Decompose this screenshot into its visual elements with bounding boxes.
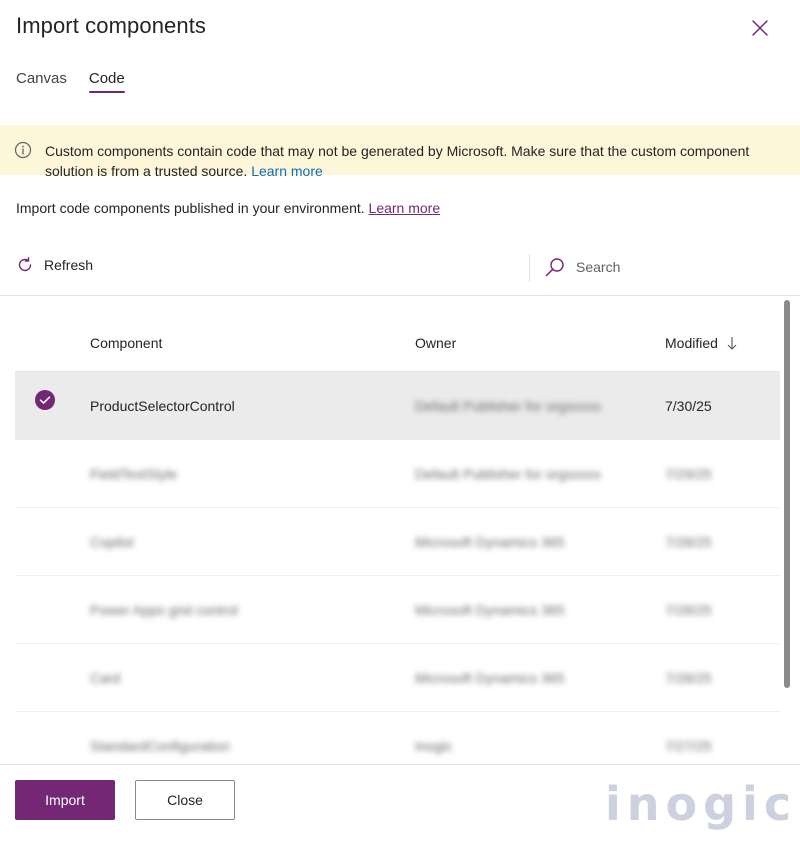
table-row[interactable]: Card Microsoft Dynamics 365 7/28/25 xyxy=(15,644,780,712)
close-icon xyxy=(752,20,768,36)
cell-owner: Inogic xyxy=(415,738,453,754)
table-row[interactable]: ProductSelectorControl Default Publisher… xyxy=(15,372,780,440)
components-grid: Component Owner Modified ProductSelector… xyxy=(15,318,780,780)
column-header-modified[interactable]: Modified xyxy=(665,335,738,351)
search-input[interactable] xyxy=(576,259,776,275)
cell-component: StandardConfiguration xyxy=(90,738,231,754)
cell-owner: Default Publisher for orgsxxxx xyxy=(415,398,601,414)
tab-list: Canvas Code xyxy=(16,70,125,93)
column-header-modified-label: Modified xyxy=(665,335,718,351)
cell-modified: 7/28/25 xyxy=(665,670,712,686)
subtitle-learn-more-link[interactable]: Learn more xyxy=(369,200,441,216)
tab-canvas[interactable]: Canvas xyxy=(16,70,67,93)
import-button[interactable]: Import xyxy=(15,780,115,820)
sort-descending-icon xyxy=(727,337,737,350)
cell-component: FieldTextStyle xyxy=(90,466,178,482)
cell-modified: 7/27/25 xyxy=(665,738,712,754)
search-icon xyxy=(545,258,564,277)
grid-toolbar: Refresh xyxy=(0,248,800,296)
refresh-button[interactable]: Refresh xyxy=(16,256,93,274)
refresh-label: Refresh xyxy=(44,257,94,273)
column-header-component[interactable]: Component xyxy=(90,335,162,351)
grid-scrollbar[interactable] xyxy=(784,300,790,688)
import-components-dialog: Import components Canvas Code Custom com… xyxy=(0,0,800,848)
cell-component: Power Apps grid control xyxy=(90,602,238,618)
column-header-owner[interactable]: Owner xyxy=(415,335,456,351)
cell-owner: Microsoft Dynamics 365 xyxy=(415,534,565,550)
close-dialog-button[interactable] xyxy=(748,16,772,40)
close-button[interactable]: Close xyxy=(135,780,235,820)
cell-owner: Microsoft Dynamics 365 xyxy=(415,602,565,618)
checkmark-circle-icon[interactable] xyxy=(35,390,55,410)
cell-owner: Default Publisher for orgsxxxx xyxy=(415,466,601,482)
refresh-icon xyxy=(18,257,32,272)
subtitle-text: Import code components published in your… xyxy=(16,200,369,216)
cell-component: Copilot xyxy=(90,534,134,550)
cell-modified: 7/28/25 xyxy=(665,534,712,550)
inogic-watermark-logo: inogic xyxy=(605,777,798,831)
banner-text: Custom components contain code that may … xyxy=(45,143,750,179)
search-box[interactable] xyxy=(544,256,776,278)
dialog-title: Import components xyxy=(16,13,207,38)
tab-code[interactable]: Code xyxy=(88,70,125,93)
table-row[interactable]: Copilot Microsoft Dynamics 365 7/28/25 xyxy=(15,508,780,576)
import-description: Import code components published in your… xyxy=(16,200,440,216)
banner-learn-more-link[interactable]: Learn more xyxy=(251,163,323,179)
cell-modified: 7/30/25 xyxy=(665,398,712,414)
table-row[interactable]: Power Apps grid control Microsoft Dynami… xyxy=(15,576,780,644)
info-icon xyxy=(14,141,32,159)
grid-header: Component Owner Modified xyxy=(15,318,780,372)
cell-modified: 7/28/25 xyxy=(665,602,712,618)
cell-component: Card xyxy=(90,670,121,686)
table-row[interactable]: FieldTextStyle Default Publisher for org… xyxy=(15,440,780,508)
banner-message: Custom components contain code that may … xyxy=(45,141,765,181)
cell-component: ProductSelectorControl xyxy=(90,398,235,414)
warning-banner: Custom components contain code that may … xyxy=(0,125,800,179)
toolbar-divider xyxy=(529,254,530,282)
cell-modified: 7/29/25 xyxy=(665,466,712,482)
cell-owner: Microsoft Dynamics 365 xyxy=(415,670,565,686)
